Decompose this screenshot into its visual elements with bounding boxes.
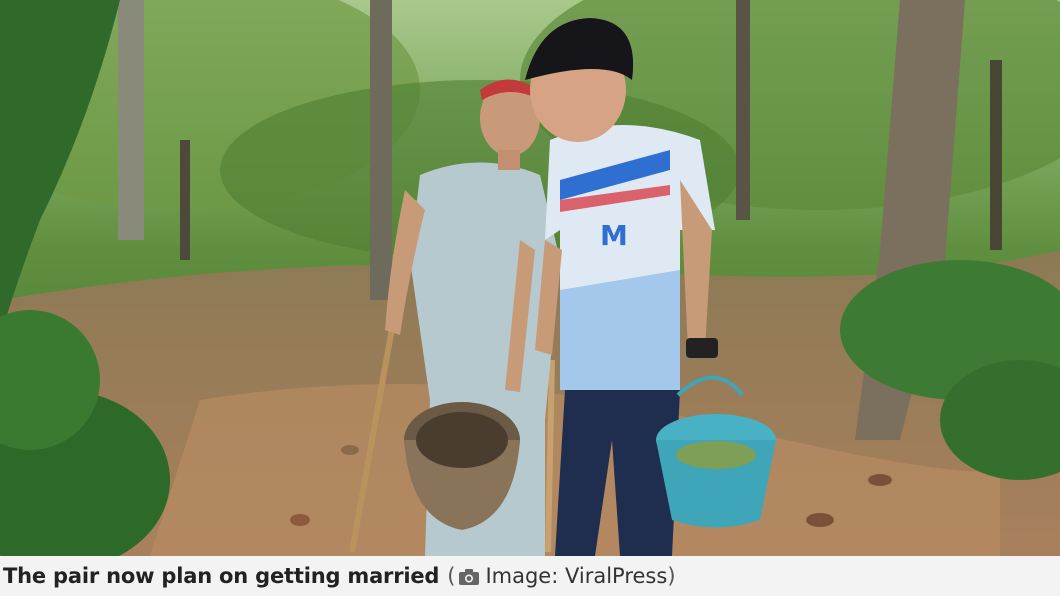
- credit-text: Image: ViralPress: [485, 564, 668, 588]
- article-photo: M: [0, 0, 1060, 556]
- close-paren: ): [667, 564, 676, 588]
- camera-icon: [459, 569, 480, 585]
- open-paren: (: [447, 564, 456, 588]
- forest-scene: M: [0, 0, 1060, 556]
- jersey-logo: M: [600, 219, 628, 252]
- image-credit: ( Image: ViralPress ): [447, 564, 675, 588]
- photo-caption: The pair now plan on getting married ( I…: [0, 556, 1060, 596]
- caption-text: The pair now plan on getting married: [3, 564, 440, 588]
